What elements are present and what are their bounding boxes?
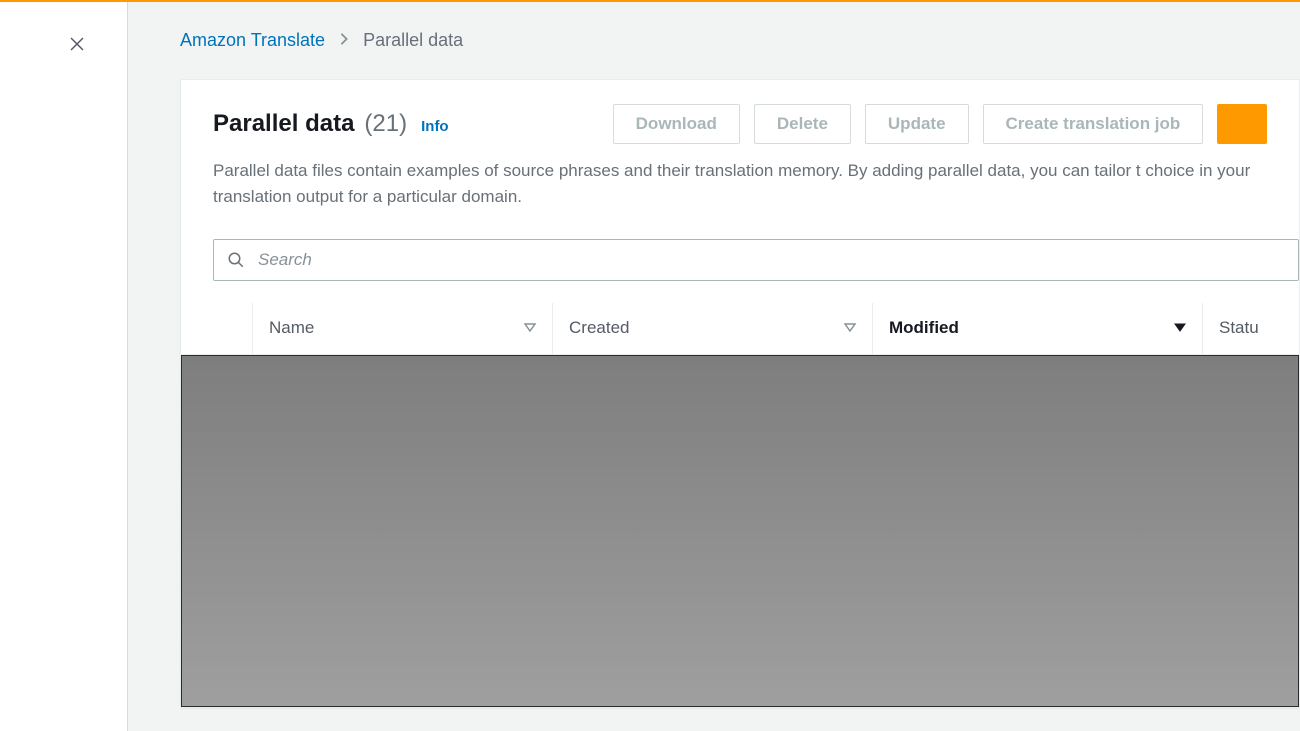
search-icon	[227, 251, 245, 269]
breadcrumb-current: Parallel data	[363, 30, 463, 51]
sort-desc-icon	[1174, 318, 1186, 338]
table: Name Created Modified Statu	[181, 303, 1299, 707]
column-label: Statu	[1219, 318, 1259, 338]
panel-header: Parallel data (21) Info Download Delete …	[181, 80, 1299, 285]
download-button[interactable]: Download	[613, 104, 740, 144]
breadcrumb-root-link[interactable]: Amazon Translate	[180, 30, 325, 51]
column-header-select[interactable]	[181, 303, 253, 354]
column-header-modified[interactable]: Modified	[873, 303, 1203, 354]
column-header-name[interactable]: Name	[253, 303, 553, 354]
search-input[interactable]	[213, 239, 1299, 281]
create-translation-job-button[interactable]: Create translation job	[983, 104, 1204, 144]
page-title-count: (21)	[364, 110, 407, 138]
search-box	[213, 239, 1299, 281]
update-button[interactable]: Update	[865, 104, 969, 144]
column-header-created[interactable]: Created	[553, 303, 873, 354]
column-label: Created	[569, 318, 629, 338]
sort-icon	[524, 318, 536, 338]
breadcrumb: Amazon Translate Parallel data	[180, 30, 1300, 51]
page-title: Parallel data	[213, 110, 354, 138]
close-icon	[68, 35, 86, 58]
chevron-right-icon	[339, 30, 349, 51]
sort-icon	[844, 318, 856, 338]
page-description: Parallel data files contain examples of …	[213, 158, 1267, 211]
action-bar: Download Delete Update Create translatio…	[613, 104, 1267, 144]
main-content: Amazon Translate Parallel data Parallel …	[128, 2, 1300, 731]
column-label: Name	[269, 318, 314, 338]
close-sidebar-button[interactable]	[65, 34, 89, 58]
delete-button[interactable]: Delete	[754, 104, 851, 144]
info-link[interactable]: Info	[421, 118, 449, 135]
primary-action-button[interactable]	[1217, 104, 1267, 144]
column-label: Modified	[889, 318, 959, 338]
table-body-placeholder	[181, 355, 1299, 707]
parallel-data-panel: Parallel data (21) Info Download Delete …	[180, 79, 1300, 708]
sidebar	[0, 2, 128, 731]
table-header-row: Name Created Modified Statu	[181, 303, 1299, 355]
column-header-status[interactable]: Statu	[1203, 303, 1299, 354]
